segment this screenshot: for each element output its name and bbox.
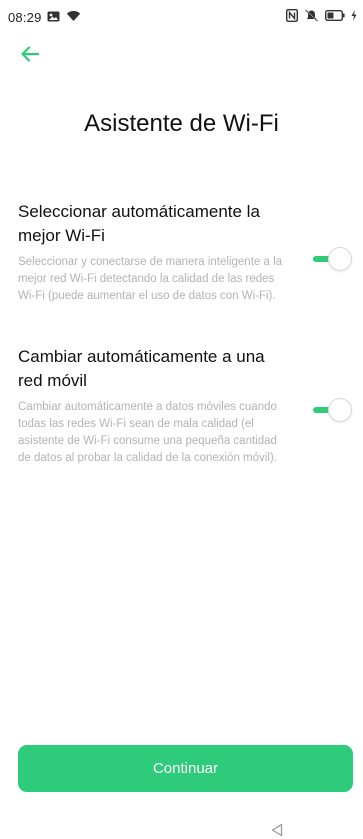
toggle-knob (328, 398, 352, 422)
setting-description: Cambiar automáticamente a datos móviles … (18, 401, 277, 464)
wifi-icon (66, 10, 81, 22)
arrow-left-icon (21, 46, 39, 62)
status-time: 08:29 (8, 10, 42, 25)
setting-description: Seleccionar y conectarse de manera intel… (18, 256, 283, 302)
setting-auto-switch-mobile: Cambiar automáticamente a una red móvil … (18, 345, 353, 467)
setting-title: Cambiar automáticamente a una red móvil (18, 347, 265, 390)
back-button[interactable] (16, 42, 44, 66)
mute-icon (304, 9, 319, 22)
image-notification-icon (47, 11, 60, 22)
nfc-icon (286, 9, 298, 22)
battery-icon (325, 10, 345, 21)
status-right-icons (286, 9, 357, 22)
setting-auto-select-wifi: Seleccionar automáticamente la mejor Wi-… (18, 200, 353, 305)
charging-icon (351, 10, 357, 21)
auto-select-wifi-toggle[interactable] (313, 247, 353, 271)
nav-back-button[interactable] (270, 823, 284, 837)
auto-switch-mobile-toggle[interactable] (313, 398, 353, 422)
status-bar: 08:29 (0, 0, 363, 36)
toggle-knob (328, 247, 352, 271)
status-left-icons (47, 10, 81, 22)
page-title: Asistente de Wi-Fi (84, 110, 279, 137)
setting-title: Seleccionar automáticamente la mejor Wi-… (18, 202, 260, 245)
triangle-back-icon (270, 823, 284, 837)
continue-button[interactable]: Continuar (18, 745, 353, 792)
